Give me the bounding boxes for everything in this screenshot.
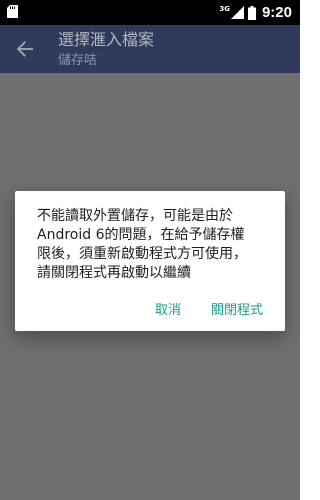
dialog-actions: 取消 關閉程式 bbox=[155, 297, 263, 319]
cancel-button[interactable]: 取消 bbox=[155, 299, 181, 318]
signal-icon bbox=[230, 6, 244, 19]
status-bar: 3G 9:20 bbox=[0, 0, 300, 25]
page-title: 選擇滙入檔案 bbox=[58, 30, 155, 49]
screen: 3G 9:20 選擇滙入檔案 儲存咭 不能讀取外置儲存，可能是由於 Androi… bbox=[0, 0, 300, 500]
battery-icon bbox=[247, 5, 256, 20]
arrow-back-icon bbox=[16, 41, 33, 57]
page-subtitle: 儲存咭 bbox=[58, 53, 98, 68]
clock: 9:20 bbox=[261, 4, 292, 21]
sd-card-icon bbox=[7, 5, 18, 18]
network-type: 3G bbox=[219, 5, 230, 13]
status-icons: 3G 9:20 bbox=[219, 3, 292, 22]
back-button[interactable] bbox=[12, 37, 38, 61]
close-app-button[interactable]: 關閉程式 bbox=[211, 299, 263, 318]
dialog-message: 不能讀取外置儲存，可能是由於 Android 6的問題，在給予儲存權 限後，須重… bbox=[37, 208, 247, 281]
alert-dialog: 不能讀取外置儲存，可能是由於 Android 6的問題，在給予儲存權 限後，須重… bbox=[15, 191, 285, 331]
app-bar: 選擇滙入檔案 儲存咭 bbox=[0, 25, 300, 73]
